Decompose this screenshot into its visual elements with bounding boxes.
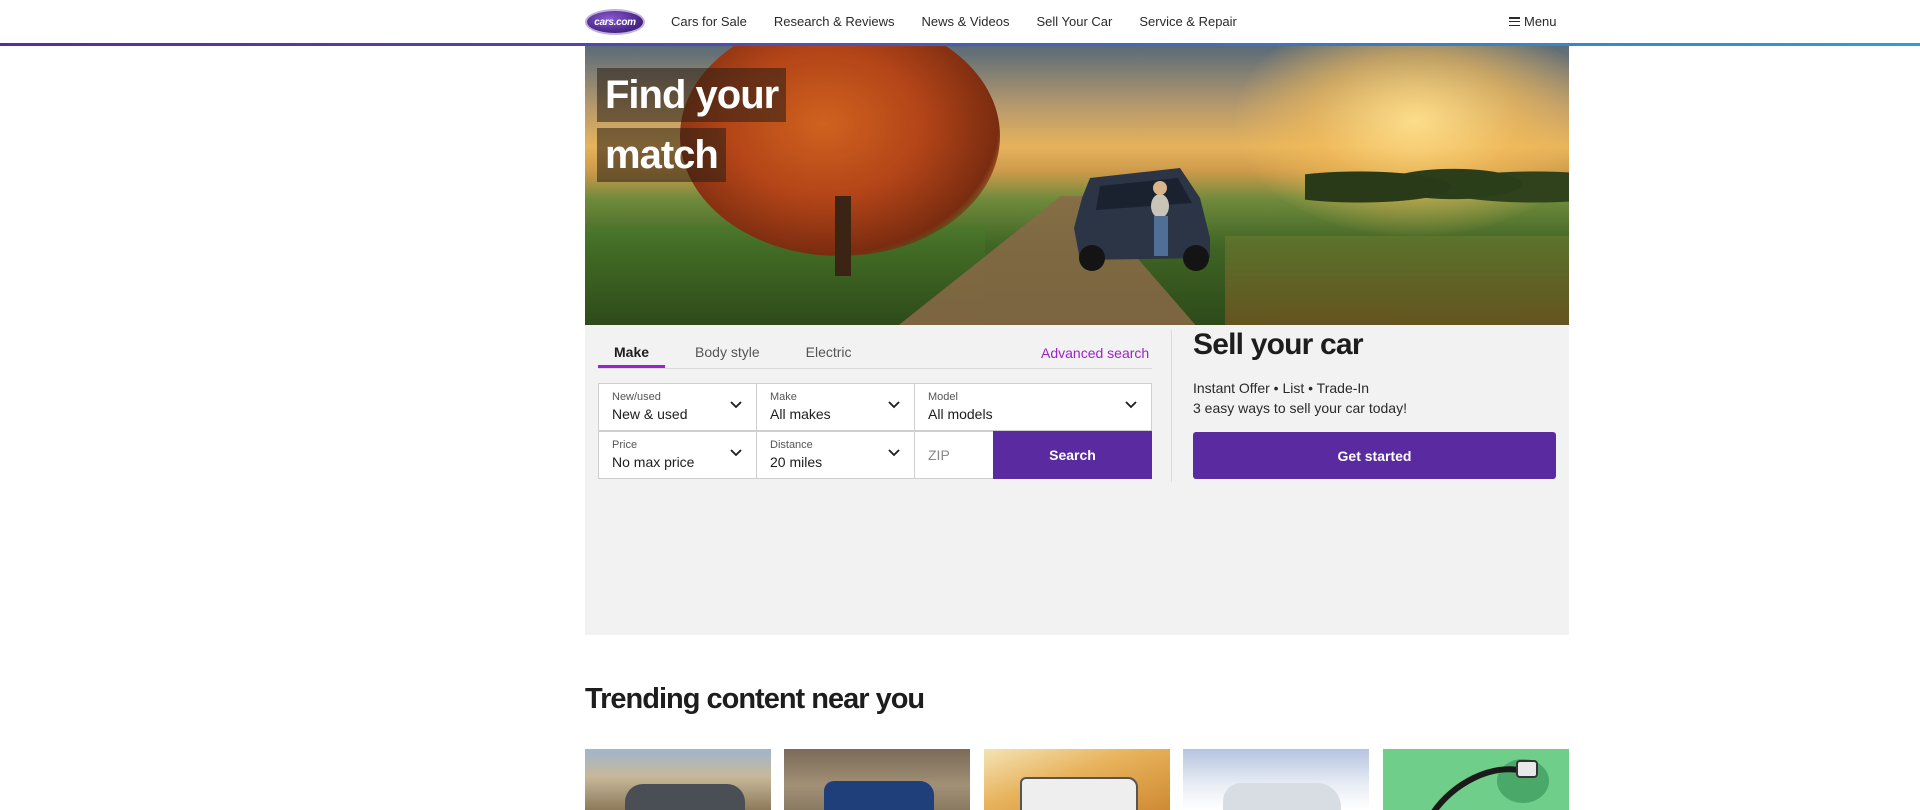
ev-charger-icon (1431, 759, 1549, 810)
search-panel (585, 325, 1569, 635)
tab-electric[interactable]: Electric (790, 336, 868, 368)
chevron-down-icon (730, 449, 742, 457)
model-label: Model (928, 391, 958, 403)
logo-text: cars.com (594, 16, 636, 28)
hero-title: Find your match (597, 68, 787, 188)
price-value: No max price (612, 454, 695, 470)
sell-tagline: 3 easy ways to sell your car today! (1193, 400, 1407, 416)
chevron-down-icon (888, 401, 900, 409)
new-used-select[interactable]: New/used New & used (598, 383, 757, 431)
advanced-search-link[interactable]: Advanced search (1041, 345, 1149, 361)
price-select[interactable]: Price No max price (598, 431, 757, 479)
model-value: All models (928, 406, 993, 422)
hero-title-line2: match (597, 128, 726, 182)
trending-title: Trending content near you (585, 683, 925, 715)
nav-news-videos[interactable]: News & Videos (922, 14, 1010, 29)
main-nav: Cars for Sale Research & Reviews News & … (671, 0, 1264, 43)
suv-illustration (1074, 168, 1210, 271)
tabs-divider (598, 368, 1152, 369)
nav-sell-your-car[interactable]: Sell Your Car (1036, 14, 1112, 29)
get-started-button[interactable]: Get started (1193, 432, 1556, 479)
trending-card-1[interactable] (585, 749, 771, 810)
tab-make[interactable]: Make (598, 336, 666, 368)
sell-options-text: Instant Offer • List • Trade-In (1193, 380, 1370, 396)
make-label: Make (770, 391, 797, 403)
search-tabs: Make Body style Electric (598, 336, 882, 368)
new-used-value: New & used (612, 406, 688, 422)
price-label: Price (612, 439, 638, 451)
distance-label: Distance (770, 439, 813, 451)
trending-card-2[interactable] (784, 749, 970, 810)
panel-divider (1171, 330, 1172, 482)
menu-button[interactable]: Menu (1509, 14, 1557, 29)
search-button[interactable]: Search (993, 431, 1152, 479)
nav-research-reviews[interactable]: Research & Reviews (774, 14, 895, 29)
distance-value: 20 miles (770, 454, 823, 470)
model-select[interactable]: Model All models (914, 383, 1152, 431)
new-used-label: New/used (612, 391, 661, 403)
chevron-down-icon (730, 401, 742, 409)
site-header: cars.com Cars for Sale Research & Review… (0, 0, 1920, 44)
make-value: All makes (770, 406, 831, 422)
tab-body-style[interactable]: Body style (679, 336, 776, 368)
zip-input[interactable]: ZIP (914, 431, 994, 479)
trending-card-5[interactable] (1383, 749, 1569, 810)
hero-title-line1: Find your (597, 68, 787, 122)
nav-cars-for-sale[interactable]: Cars for Sale (671, 14, 747, 29)
hamburger-icon (1509, 17, 1520, 26)
nav-service-repair[interactable]: Service & Repair (1139, 14, 1237, 29)
distance-select[interactable]: Distance 20 miles (756, 431, 915, 479)
trending-card-4[interactable] (1183, 749, 1369, 810)
make-select[interactable]: Make All makes (756, 383, 915, 431)
cars-com-logo[interactable]: cars.com (585, 9, 645, 35)
trending-card-3[interactable] (984, 749, 1170, 810)
chevron-down-icon (888, 449, 900, 457)
menu-label: Menu (1524, 14, 1557, 29)
chevron-down-icon (1125, 401, 1137, 409)
sell-title: Sell your car (1193, 328, 1364, 361)
